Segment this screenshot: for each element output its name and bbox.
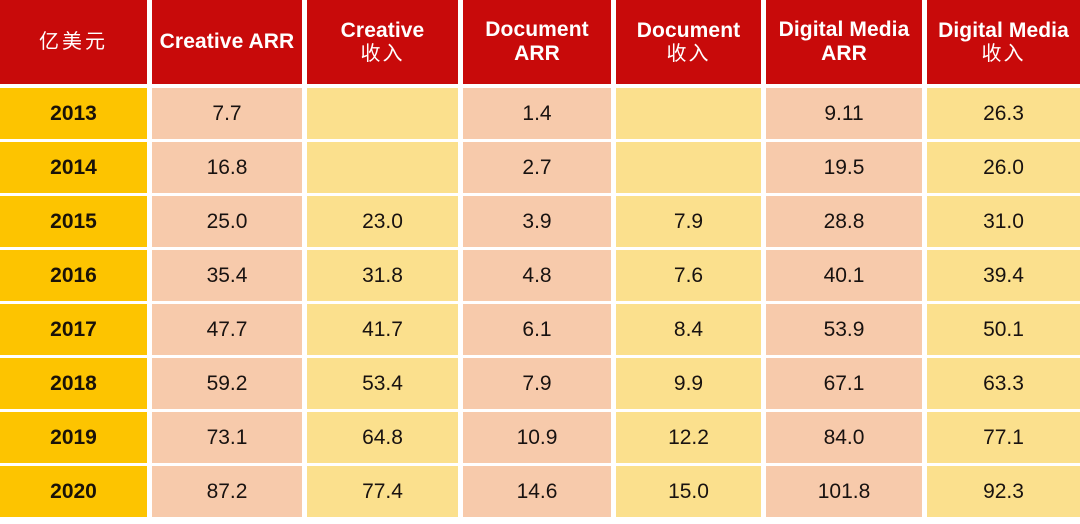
cell-digitalmedia_arr: 28.8	[766, 196, 922, 247]
table-row[interactable]: 2017 47.7 41.7 6.1 8.4 53.9 50.1	[0, 304, 1080, 355]
cell-creative_arr: 47.7	[152, 304, 302, 355]
cell-document_arr: 10.9	[463, 412, 611, 463]
row-year-cell: 2020	[0, 466, 147, 517]
cell-document_rev: 8.4	[616, 304, 761, 355]
cell-creative_rev: 41.7	[307, 304, 458, 355]
column-header-document_arr[interactable]: Document ARR	[463, 0, 611, 84]
cell-creative_arr: 35.4	[152, 250, 302, 301]
row-year-cell: 2015	[0, 196, 147, 247]
cell-document_arr: 3.9	[463, 196, 611, 247]
cell-creative_rev: 31.8	[307, 250, 458, 301]
cell-digitalmedia_rev: 92.3	[927, 466, 1080, 517]
cell-creative_rev: 64.8	[307, 412, 458, 463]
cell-document_rev: 7.6	[616, 250, 761, 301]
cell-digitalmedia_arr: 19.5	[766, 142, 922, 193]
cell-document_arr: 2.7	[463, 142, 611, 193]
cell-creative_arr: 25.0	[152, 196, 302, 247]
cell-digitalmedia_arr: 40.1	[766, 250, 922, 301]
table-row[interactable]: 2015 25.0 23.0 3.9 7.9 28.8 31.0	[0, 196, 1080, 247]
column-header-label-en: Document	[636, 19, 741, 43]
cell-document_rev: 7.9	[616, 196, 761, 247]
column-header-label-digitalmedia_arr: Digital Media ARR	[779, 18, 910, 65]
column-header-label-creative_rev: Creative 收入	[341, 19, 425, 65]
column-header-year[interactable]: 亿美元	[0, 0, 147, 84]
cell-digitalmedia_arr: 53.9	[766, 304, 922, 355]
cell-creative_arr: 87.2	[152, 466, 302, 517]
table-row[interactable]: 2014 16.8 2.7 19.5 26.0	[0, 142, 1080, 193]
column-header-digitalmedia_rev[interactable]: Digital Media 收入	[927, 0, 1080, 84]
table-body: 2013 7.7 1.4 9.11 26.3 2014 16.8 2.7 19.5 26.0 201…	[0, 88, 1080, 517]
cell-document_arr: 7.9	[463, 358, 611, 409]
cell-creative_arr: 7.7	[152, 88, 302, 139]
column-header-label-en: Digital Media	[778, 18, 910, 42]
cell-digitalmedia_rev: 26.3	[927, 88, 1080, 139]
row-year-cell: 2014	[0, 142, 147, 193]
column-header-label-cn: 亿美元	[39, 30, 108, 53]
column-header-creative_rev[interactable]: Creative 收入	[307, 0, 458, 84]
column-header-label-cn: ARR	[821, 42, 867, 65]
cell-digitalmedia_rev: 50.1	[927, 304, 1080, 355]
cell-document_arr: 4.8	[463, 250, 611, 301]
cell-document_rev: 15.0	[616, 466, 761, 517]
cell-creative_arr: 59.2	[152, 358, 302, 409]
table-row[interactable]: 2020 87.2 77.4 14.6 15.0 101.8 92.3	[0, 466, 1080, 517]
column-header-document_rev[interactable]: Document 收入	[616, 0, 761, 84]
row-year-cell: 2018	[0, 358, 147, 409]
column-header-label-en: Document	[485, 18, 589, 42]
cell-document_rev	[616, 142, 761, 193]
column-header-label-document_arr: Document ARR	[485, 18, 588, 65]
cell-digitalmedia_rev: 77.1	[927, 412, 1080, 463]
column-header-label-digitalmedia_rev: Digital Media 收入	[938, 19, 1069, 65]
column-header-label-document_rev: Document 收入	[637, 19, 740, 65]
column-header-label-cn: 收入	[981, 42, 1026, 65]
cell-creative_rev	[307, 142, 458, 193]
cell-document_arr: 1.4	[463, 88, 611, 139]
column-header-label-en: Creative ARR	[159, 30, 295, 54]
cell-digitalmedia_arr: 67.1	[766, 358, 922, 409]
financial-data-table: 亿美元 Creative ARR Creative 收入 Document ARR Docu…	[0, 0, 1080, 524]
column-header-label-en: Creative	[340, 19, 425, 43]
cell-document_rev: 12.2	[616, 412, 761, 463]
row-year-cell: 2019	[0, 412, 147, 463]
column-header-label-en: Digital Media	[938, 19, 1069, 43]
column-header-label-cn: ARR	[514, 42, 560, 65]
table-header-row: 亿美元 Creative ARR Creative 收入 Document ARR Docu…	[0, 0, 1080, 84]
row-year-cell: 2013	[0, 88, 147, 139]
table-row[interactable]: 2013 7.7 1.4 9.11 26.3	[0, 88, 1080, 139]
row-year-cell: 2017	[0, 304, 147, 355]
table-row[interactable]: 2019 73.1 64.8 10.9 12.2 84.0 77.1	[0, 412, 1080, 463]
cell-digitalmedia_arr: 84.0	[766, 412, 922, 463]
cell-digitalmedia_arr: 101.8	[766, 466, 922, 517]
cell-digitalmedia_rev: 39.4	[927, 250, 1080, 301]
row-year-cell: 2016	[0, 250, 147, 301]
column-header-label-creative_arr: Creative ARR	[160, 30, 295, 54]
column-header-label-cn: 收入	[666, 42, 711, 65]
column-header-creative_arr[interactable]: Creative ARR	[152, 0, 302, 84]
cell-document_rev: 9.9	[616, 358, 761, 409]
table-row[interactable]: 2016 35.4 31.8 4.8 7.6 40.1 39.4	[0, 250, 1080, 301]
cell-document_arr: 14.6	[463, 466, 611, 517]
column-header-label-cn: 收入	[360, 42, 405, 65]
table-row[interactable]: 2018 59.2 53.4 7.9 9.9 67.1 63.3	[0, 358, 1080, 409]
cell-digitalmedia_rev: 26.0	[927, 142, 1080, 193]
cell-digitalmedia_rev: 63.3	[927, 358, 1080, 409]
cell-creative_arr: 73.1	[152, 412, 302, 463]
column-header-digitalmedia_arr[interactable]: Digital Media ARR	[766, 0, 922, 84]
cell-creative_rev: 77.4	[307, 466, 458, 517]
cell-creative_rev	[307, 88, 458, 139]
cell-document_arr: 6.1	[463, 304, 611, 355]
cell-document_rev	[616, 88, 761, 139]
cell-digitalmedia_rev: 31.0	[927, 196, 1080, 247]
cell-digitalmedia_arr: 9.11	[766, 88, 922, 139]
cell-creative_rev: 53.4	[307, 358, 458, 409]
column-header-label-year: 亿美元	[39, 31, 108, 53]
cell-creative_arr: 16.8	[152, 142, 302, 193]
cell-creative_rev: 23.0	[307, 196, 458, 247]
